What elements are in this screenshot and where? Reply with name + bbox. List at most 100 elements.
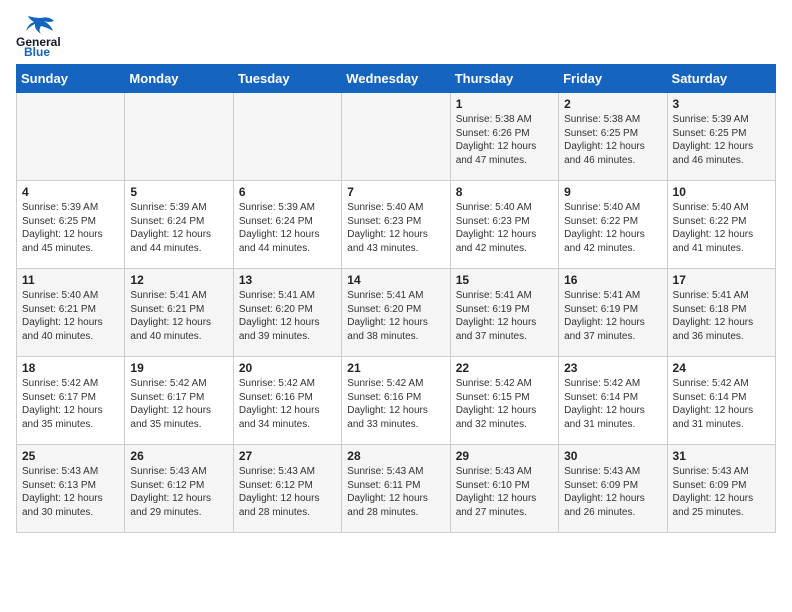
calendar-header-monday: Monday (125, 65, 233, 93)
calendar-header-thursday: Thursday (450, 65, 558, 93)
day-number: 15 (456, 273, 553, 287)
calendar-week-row: 18 Sunrise: 5:42 AM Sunset: 6:17 PM Dayli… (17, 357, 776, 445)
cell-content: Sunrise: 5:41 AM Sunset: 6:19 PM Dayligh… (456, 289, 553, 343)
calendar-table: SundayMondayTuesdayWednesdayThursdayFrid… (16, 64, 776, 533)
cell-content: Sunrise: 5:43 AM Sunset: 6:12 PM Dayligh… (239, 465, 336, 519)
calendar-cell: 18 Sunrise: 5:42 AM Sunset: 6:17 PM Dayli… (17, 357, 125, 445)
day-number: 16 (564, 273, 661, 287)
day-number: 2 (564, 97, 661, 111)
calendar-cell: 27 Sunrise: 5:43 AM Sunset: 6:12 PM Dayli… (233, 445, 341, 533)
cell-content: Sunrise: 5:41 AM Sunset: 6:19 PM Dayligh… (564, 289, 661, 343)
cell-content: Sunrise: 5:40 AM Sunset: 6:23 PM Dayligh… (347, 201, 444, 255)
cell-content: Sunrise: 5:40 AM Sunset: 6:21 PM Dayligh… (22, 289, 119, 343)
day-number: 4 (22, 185, 119, 199)
calendar-cell: 31 Sunrise: 5:43 AM Sunset: 6:09 PM Dayli… (667, 445, 775, 533)
svg-text:Blue: Blue (24, 45, 50, 56)
calendar-cell: 5Sunrise: 5:39 AM Sunset: 6:24 PM Daylig… (125, 181, 233, 269)
cell-content: Sunrise: 5:42 AM Sunset: 6:14 PM Dayligh… (673, 377, 770, 431)
calendar-header-row: SundayMondayTuesdayWednesdayThursdayFrid… (17, 65, 776, 93)
calendar-cell: 14Sunrise: 5:41 AM Sunset: 6:20 PM Dayli… (342, 269, 450, 357)
calendar-header-friday: Friday (559, 65, 667, 93)
cell-content: Sunrise: 5:39 AM Sunset: 6:25 PM Dayligh… (673, 113, 770, 167)
calendar-cell (342, 93, 450, 181)
day-number: 23 (564, 361, 661, 375)
cell-content: Sunrise: 5:42 AM Sunset: 6:16 PM Dayligh… (239, 377, 336, 431)
day-number: 3 (673, 97, 770, 111)
calendar-cell: 25Sunrise: 5:43 AM Sunset: 6:13 PM Dayli… (17, 445, 125, 533)
calendar-cell: 9 Sunrise: 5:40 AM Sunset: 6:22 PM Daylig… (559, 181, 667, 269)
calendar-cell: 15 Sunrise: 5:41 AM Sunset: 6:19 PM Dayli… (450, 269, 558, 357)
calendar-cell: 28 Sunrise: 5:43 AM Sunset: 6:11 PM Dayli… (342, 445, 450, 533)
day-number: 21 (347, 361, 444, 375)
calendar-cell: 7 Sunrise: 5:40 AM Sunset: 6:23 PM Daylig… (342, 181, 450, 269)
cell-content: Sunrise: 5:39 AM Sunset: 6:24 PM Dayligh… (130, 201, 227, 255)
calendar-cell: 12Sunrise: 5:41 AM Sunset: 6:21 PM Dayli… (125, 269, 233, 357)
calendar-header-sunday: Sunday (17, 65, 125, 93)
calendar-cell: 21 Sunrise: 5:42 AM Sunset: 6:16 PM Dayli… (342, 357, 450, 445)
day-number: 20 (239, 361, 336, 375)
cell-content: Sunrise: 5:38 AM Sunset: 6:26 PM Dayligh… (456, 113, 553, 167)
cell-content: Sunrise: 5:38 AM Sunset: 6:25 PM Dayligh… (564, 113, 661, 167)
cell-content: Sunrise: 5:42 AM Sunset: 6:16 PM Dayligh… (347, 377, 444, 431)
cell-content: Sunrise: 5:43 AM Sunset: 6:13 PM Dayligh… (22, 465, 119, 519)
calendar-header-tuesday: Tuesday (233, 65, 341, 93)
calendar-cell: 2 Sunrise: 5:38 AM Sunset: 6:25 PM Daylig… (559, 93, 667, 181)
calendar-cell (233, 93, 341, 181)
cell-content: Sunrise: 5:41 AM Sunset: 6:20 PM Dayligh… (239, 289, 336, 343)
day-number: 27 (239, 449, 336, 463)
cell-content: Sunrise: 5:39 AM Sunset: 6:24 PM Dayligh… (239, 201, 336, 255)
day-number: 26 (130, 449, 227, 463)
calendar-cell: 13 Sunrise: 5:41 AM Sunset: 6:20 PM Dayli… (233, 269, 341, 357)
cell-content: Sunrise: 5:39 AM Sunset: 6:25 PM Dayligh… (22, 201, 119, 255)
day-number: 22 (456, 361, 553, 375)
day-number: 10 (673, 185, 770, 199)
day-number: 29 (456, 449, 553, 463)
cell-content: Sunrise: 5:41 AM Sunset: 6:20 PM Dayligh… (347, 289, 444, 343)
calendar-cell: 11Sunrise: 5:40 AM Sunset: 6:21 PM Dayli… (17, 269, 125, 357)
day-number: 17 (673, 273, 770, 287)
cell-content: Sunrise: 5:42 AM Sunset: 6:15 PM Dayligh… (456, 377, 553, 431)
calendar-cell: 30Sunrise: 5:43 AM Sunset: 6:09 PM Dayli… (559, 445, 667, 533)
calendar-week-row: 4 Sunrise: 5:39 AM Sunset: 6:25 PM Daylig… (17, 181, 776, 269)
calendar-week-row: 1 Sunrise: 5:38 AM Sunset: 6:26 PM Daylig… (17, 93, 776, 181)
calendar-cell: 23 Sunrise: 5:42 AM Sunset: 6:14 PM Dayli… (559, 357, 667, 445)
day-number: 28 (347, 449, 444, 463)
calendar-cell: 17 Sunrise: 5:41 AM Sunset: 6:18 PM Dayli… (667, 269, 775, 357)
day-number: 6 (239, 185, 336, 199)
day-number: 12 (130, 273, 227, 287)
calendar-week-row: 11Sunrise: 5:40 AM Sunset: 6:21 PM Dayli… (17, 269, 776, 357)
calendar-cell: 8 Sunrise: 5:40 AM Sunset: 6:23 PM Daylig… (450, 181, 558, 269)
calendar-cell: 19 Sunrise: 5:42 AM Sunset: 6:17 PM Dayli… (125, 357, 233, 445)
cell-content: Sunrise: 5:42 AM Sunset: 6:17 PM Dayligh… (130, 377, 227, 431)
cell-content: Sunrise: 5:40 AM Sunset: 6:23 PM Dayligh… (456, 201, 553, 255)
cell-content: Sunrise: 5:43 AM Sunset: 6:09 PM Dayligh… (673, 465, 770, 519)
cell-content: Sunrise: 5:40 AM Sunset: 6:22 PM Dayligh… (564, 201, 661, 255)
general-blue-logo-icon: GeneralBlue (16, 16, 66, 56)
calendar-header-wednesday: Wednesday (342, 65, 450, 93)
cell-content: Sunrise: 5:42 AM Sunset: 6:14 PM Dayligh… (564, 377, 661, 431)
cell-content: Sunrise: 5:43 AM Sunset: 6:12 PM Dayligh… (130, 465, 227, 519)
cell-content: Sunrise: 5:42 AM Sunset: 6:17 PM Dayligh… (22, 377, 119, 431)
calendar-week-row: 25Sunrise: 5:43 AM Sunset: 6:13 PM Dayli… (17, 445, 776, 533)
day-number: 9 (564, 185, 661, 199)
day-number: 7 (347, 185, 444, 199)
day-number: 1 (456, 97, 553, 111)
day-number: 19 (130, 361, 227, 375)
cell-content: Sunrise: 5:41 AM Sunset: 6:18 PM Dayligh… (673, 289, 770, 343)
cell-content: Sunrise: 5:40 AM Sunset: 6:22 PM Dayligh… (673, 201, 770, 255)
cell-content: Sunrise: 5:43 AM Sunset: 6:11 PM Dayligh… (347, 465, 444, 519)
logo: GeneralBlue (16, 16, 66, 56)
day-number: 13 (239, 273, 336, 287)
calendar-cell: 20 Sunrise: 5:42 AM Sunset: 6:16 PM Dayli… (233, 357, 341, 445)
calendar-cell: 10 Sunrise: 5:40 AM Sunset: 6:22 PM Dayli… (667, 181, 775, 269)
calendar-cell: 1 Sunrise: 5:38 AM Sunset: 6:26 PM Daylig… (450, 93, 558, 181)
day-number: 8 (456, 185, 553, 199)
calendar-cell: 29Sunrise: 5:43 AM Sunset: 6:10 PM Dayli… (450, 445, 558, 533)
day-number: 31 (673, 449, 770, 463)
day-number: 18 (22, 361, 119, 375)
calendar-header-saturday: Saturday (667, 65, 775, 93)
calendar-cell: 26 Sunrise: 5:43 AM Sunset: 6:12 PM Dayli… (125, 445, 233, 533)
calendar-cell: 6 Sunrise: 5:39 AM Sunset: 6:24 PM Daylig… (233, 181, 341, 269)
calendar-cell: 3 Sunrise: 5:39 AM Sunset: 6:25 PM Daylig… (667, 93, 775, 181)
calendar-cell: 4 Sunrise: 5:39 AM Sunset: 6:25 PM Daylig… (17, 181, 125, 269)
